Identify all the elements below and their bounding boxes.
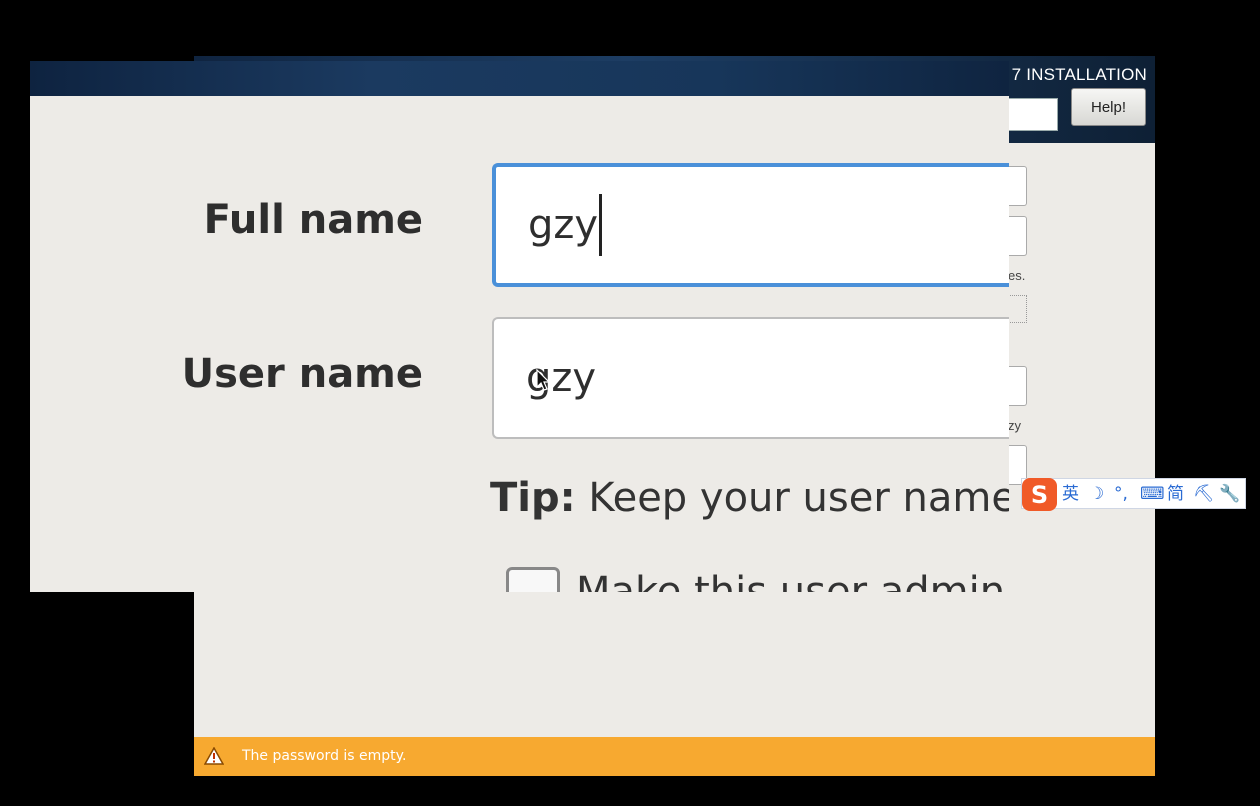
- password-field-edge[interactable]: [1008, 366, 1027, 406]
- full-name-label: Full name: [203, 197, 423, 243]
- text-fragment: es.: [1008, 268, 1026, 283]
- admin-checkbox-label: Make this user admin: [576, 569, 1006, 592]
- text-fragment: zy: [1008, 418, 1021, 433]
- mouse-pointer-icon: [536, 369, 550, 391]
- simplified-chinese-toggle[interactable]: 简: [1167, 483, 1184, 505]
- tip-text: Tip: Keep your user name: [490, 475, 1009, 521]
- admin-checkbox[interactable]: [506, 567, 560, 592]
- warning-icon: [204, 747, 224, 765]
- ime-toolbar: S 英 ☽ °, ⌨ 简 ⛏ 🔧: [1021, 478, 1246, 511]
- text-caret: [599, 194, 603, 256]
- full-name-input[interactable]: gzy: [492, 163, 1009, 287]
- punctuation-icon[interactable]: °,: [1114, 483, 1128, 505]
- keyboard-layout-field[interactable]: [1008, 98, 1058, 131]
- warning-text: The password is empty.: [242, 748, 407, 764]
- tip-body: Keep your user name: [575, 475, 1009, 521]
- zoomed-header: [30, 61, 1009, 96]
- tools-icon[interactable]: ⛏: [1193, 483, 1215, 505]
- installer-title: 7 INSTALLATION: [1011, 65, 1147, 84]
- moon-icon[interactable]: ☽: [1089, 483, 1104, 505]
- wrench-icon[interactable]: 🔧: [1219, 483, 1240, 505]
- keyboard-icon[interactable]: ⌨: [1140, 483, 1165, 505]
- full-name-value: gzy: [528, 202, 599, 248]
- ime-logo-icon[interactable]: S: [1022, 478, 1057, 511]
- user-name-label: User name: [181, 351, 423, 397]
- tip-label: Tip:: [490, 475, 576, 521]
- user-name-input[interactable]: gzy: [492, 317, 1009, 439]
- warning-bar: The password is empty.: [194, 737, 1155, 776]
- ime-language-toggle[interactable]: 英: [1062, 483, 1079, 505]
- checkbox-edge[interactable]: [1008, 295, 1027, 323]
- zoomed-user-form: Full name gzy User name gzy Tip: Keep yo…: [30, 61, 1009, 592]
- user-name-field-edge[interactable]: [1008, 216, 1027, 256]
- help-button[interactable]: Help!: [1071, 88, 1146, 126]
- full-name-field-edge[interactable]: [1008, 166, 1027, 206]
